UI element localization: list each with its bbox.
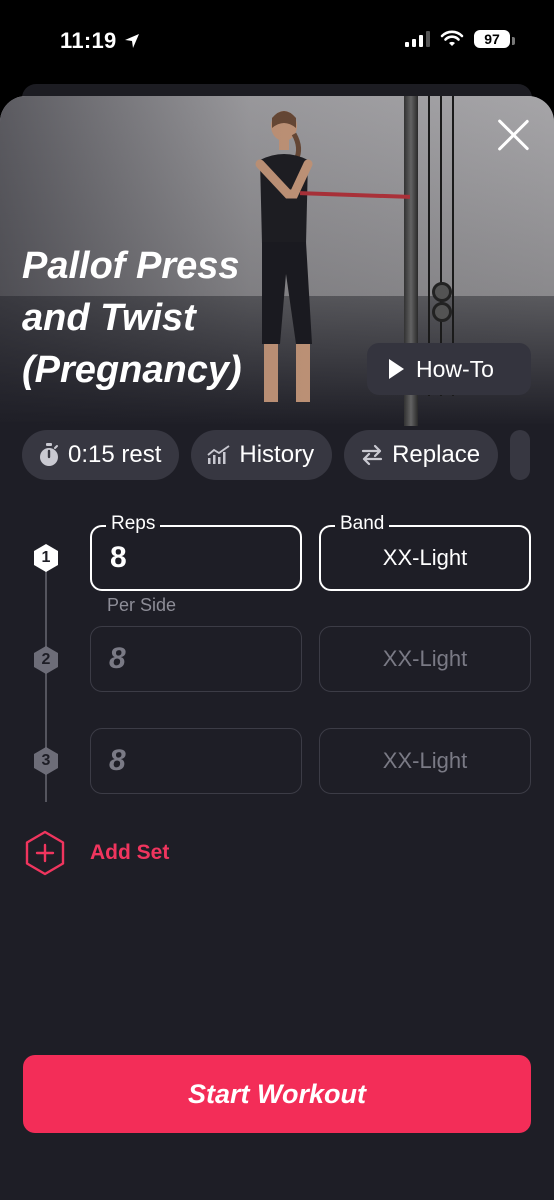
play-icon bbox=[389, 359, 404, 379]
add-set-button[interactable]: Add Set bbox=[24, 830, 169, 876]
battery-level: 97 bbox=[484, 31, 500, 47]
set-number: 1 bbox=[41, 549, 51, 566]
history-chart-icon bbox=[207, 445, 230, 464]
reps-field[interactable]: 8 bbox=[90, 626, 302, 692]
set-number-badge: 1 bbox=[32, 543, 60, 573]
rest-timer-chip[interactable]: 0:15 rest bbox=[22, 430, 180, 480]
wifi-icon bbox=[440, 30, 464, 46]
set-number: 2 bbox=[41, 651, 51, 668]
swap-arrows-icon bbox=[361, 444, 383, 466]
exercise-sheet: Pallof Press and Twist (Pregnancy) How-T… bbox=[0, 96, 554, 1200]
start-workout-label: Start Workout bbox=[187, 1078, 366, 1109]
set-number: 3 bbox=[41, 752, 51, 769]
more-options-chip[interactable] bbox=[510, 430, 531, 480]
reps-value: 8 bbox=[110, 541, 127, 574]
location-arrow-icon bbox=[124, 34, 139, 48]
exercise-options: 0:15 rest History Replace bbox=[22, 430, 554, 482]
how-to-label: How-To bbox=[416, 355, 494, 382]
rest-timer-label: 0:15 rest bbox=[68, 441, 162, 468]
reps-field[interactable]: Reps 8 bbox=[90, 513, 302, 591]
band-value: XX-Light bbox=[382, 748, 468, 773]
add-set-label: Add Set bbox=[90, 841, 170, 864]
start-workout-button[interactable]: Start Workout bbox=[23, 1055, 531, 1133]
set-number-badge: 3 bbox=[32, 746, 60, 776]
how-to-button[interactable]: How-To bbox=[367, 343, 531, 395]
close-button[interactable] bbox=[494, 116, 532, 154]
clock-text: 11:19 bbox=[60, 28, 117, 53]
replace-chip[interactable]: Replace bbox=[344, 430, 499, 480]
reps-field[interactable]: 8 bbox=[90, 728, 302, 794]
band-field[interactable]: XX-Light bbox=[319, 626, 531, 692]
battery-icon: 97 bbox=[474, 30, 515, 48]
title-line: Pallof Press bbox=[22, 245, 240, 287]
band-label: Band bbox=[335, 513, 390, 535]
per-side-label: Per Side bbox=[107, 595, 177, 615]
set-number-badge: 2 bbox=[32, 645, 60, 675]
exercise-title: Pallof Press and Twist (Pregnancy) bbox=[22, 240, 342, 396]
status-time: 11:19 bbox=[60, 28, 141, 54]
reps-value: 8 bbox=[109, 642, 126, 675]
history-label: History bbox=[239, 441, 315, 468]
band-field[interactable]: XX-Light bbox=[319, 728, 531, 794]
add-hexagon-icon bbox=[25, 830, 65, 876]
title-line: (Pregnancy) bbox=[22, 349, 242, 391]
stopwatch-icon bbox=[40, 443, 58, 466]
reps-label: Reps bbox=[106, 513, 161, 535]
history-chip[interactable]: History bbox=[191, 430, 333, 480]
cellular-signal-icon bbox=[405, 31, 430, 47]
title-line: and Twist bbox=[22, 297, 196, 339]
band-value: XX-Light bbox=[382, 545, 468, 570]
band-field[interactable]: Band XX-Light bbox=[319, 513, 531, 591]
status-bar: 11:19 97 bbox=[0, 0, 554, 84]
replace-label: Replace bbox=[392, 441, 481, 468]
status-indicators: 97 bbox=[405, 30, 515, 48]
reps-value: 8 bbox=[109, 744, 126, 777]
band-value: XX-Light bbox=[382, 646, 468, 671]
